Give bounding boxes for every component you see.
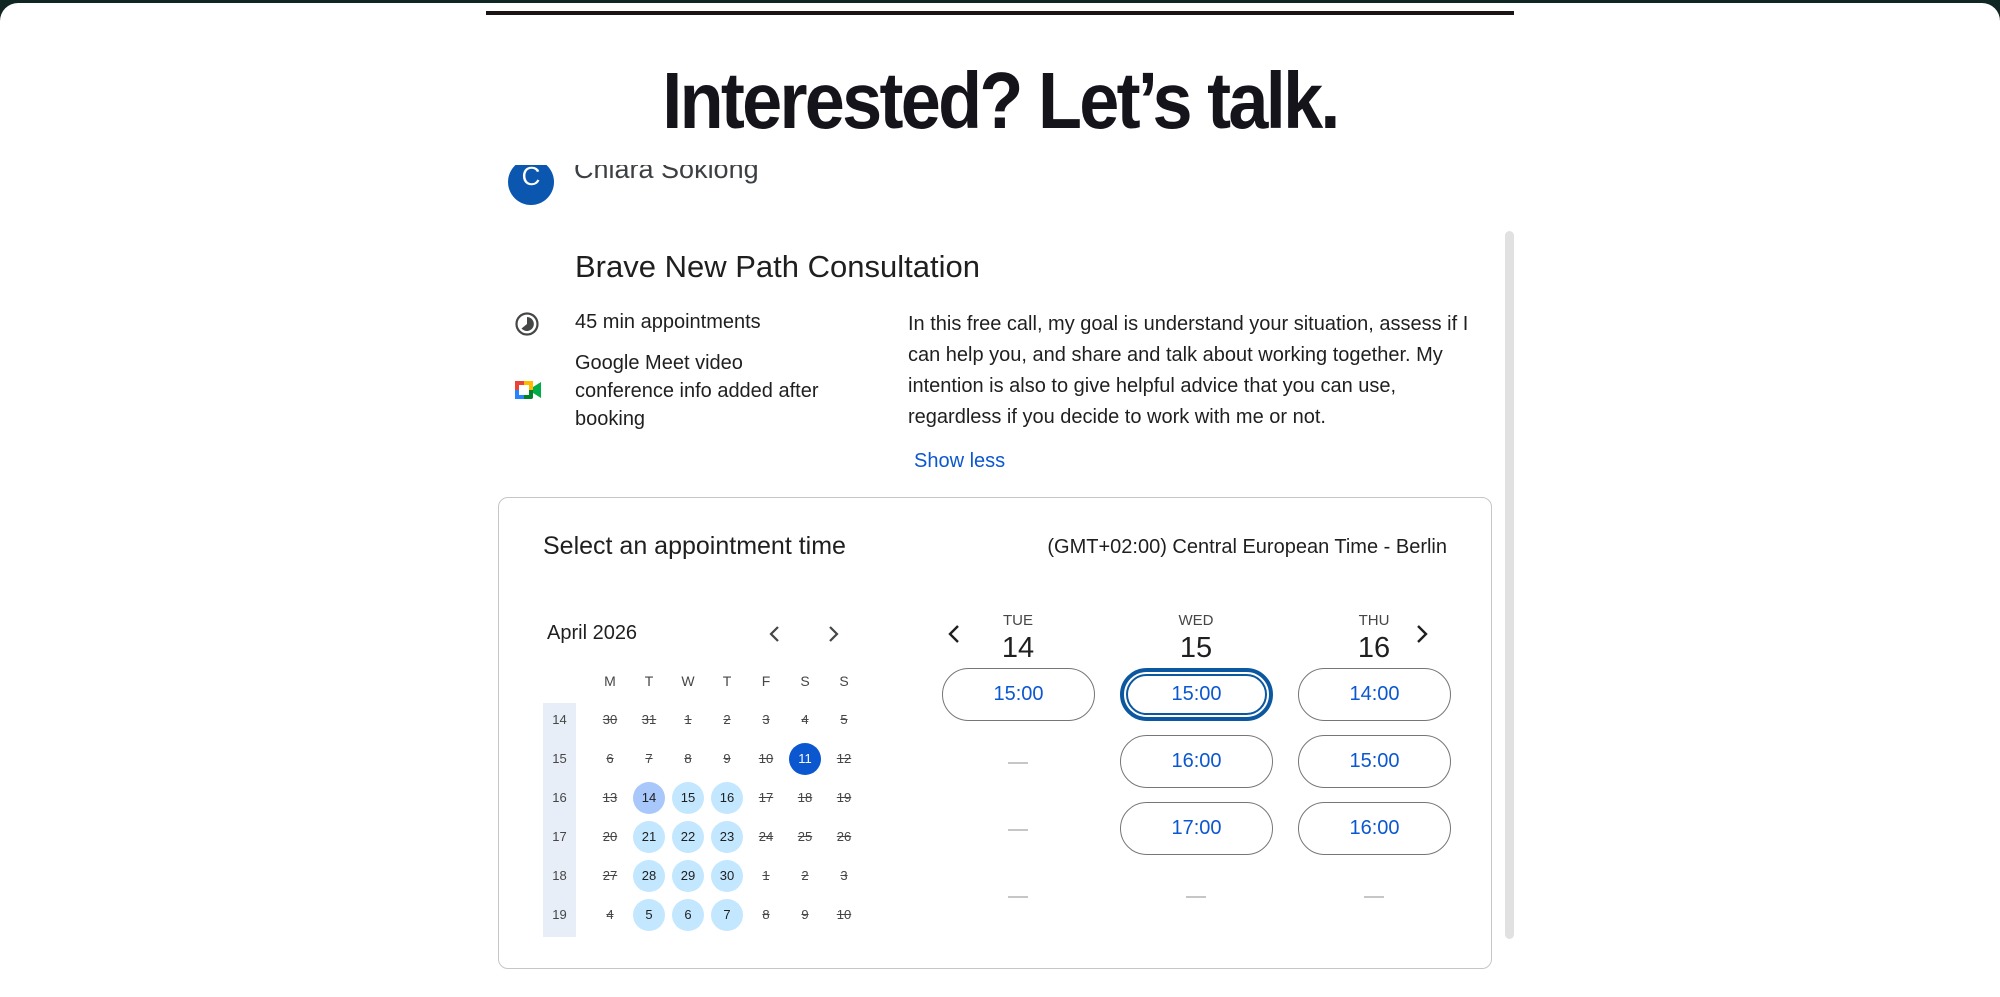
calendar-day: 18: [797, 790, 813, 805]
host-name: Chiara Soklong: [574, 165, 759, 184]
booking-title: Select an appointment time: [543, 532, 846, 560]
scrollbar[interactable]: [1505, 231, 1514, 939]
day-of-week-label: THU: [1358, 612, 1390, 629]
calendar-day: 11: [789, 743, 821, 775]
booking-panel: Select an appointment time (GMT+02:00) C…: [498, 497, 1492, 969]
week-number: 16: [552, 790, 567, 805]
calendar-day[interactable]: 30: [711, 860, 743, 892]
calendar-day[interactable]: 28: [633, 860, 665, 892]
duration-text: 45 min appointments: [575, 311, 761, 333]
calendar-day: 31: [641, 712, 657, 727]
calendar-day: 7: [645, 751, 653, 766]
weekday-header: T: [722, 673, 732, 689]
day-of-week-label: TUE: [1003, 612, 1033, 629]
calendar-day: 9: [801, 907, 809, 922]
conference-info: Google Meet video conference info added …: [575, 352, 819, 430]
calendar-day[interactable]: 6: [672, 899, 704, 931]
calendar-day: 3: [762, 712, 770, 727]
day-number-label: 14: [1001, 632, 1035, 664]
calendar-day: 1: [684, 712, 692, 727]
calendar-day: 10: [836, 907, 852, 922]
calendar-day[interactable]: 29: [672, 860, 704, 892]
weekday-header: S: [839, 673, 849, 689]
no-slot-placeholder: [1008, 762, 1028, 764]
weekday-header: S: [800, 673, 810, 689]
calendar-day: 24: [758, 829, 774, 844]
week-number: 15: [552, 751, 567, 766]
event-title: Brave New Path Consultation: [575, 249, 980, 284]
time-slot-button[interactable]: 16:00: [1298, 802, 1451, 855]
weekday-header: W: [681, 673, 695, 689]
week-number: 14: [552, 712, 567, 727]
calendar-day: 13: [602, 790, 618, 805]
weekday-header: F: [761, 673, 771, 689]
calendar-day: 4: [606, 907, 614, 922]
calendar-day: 30: [602, 712, 618, 727]
day-number-label: 15: [1179, 632, 1213, 664]
calendar-day: 25: [797, 829, 813, 844]
calendar-day[interactable]: 15: [672, 782, 704, 814]
no-slot-placeholder: [1008, 896, 1028, 898]
no-slot-placeholder: [1364, 896, 1384, 898]
week-number: 17: [552, 829, 567, 844]
calendar-day[interactable]: 14: [633, 782, 665, 814]
calendar-day[interactable]: 7: [711, 899, 743, 931]
calendar-day: 8: [762, 907, 770, 922]
calendar-day: 26: [836, 829, 852, 844]
calendar-day: 2: [801, 868, 809, 883]
clock-icon: [515, 312, 539, 336]
calendar-day: 9: [723, 751, 731, 766]
page-headline: Interested? Let’s talk.: [662, 56, 1340, 145]
calendar-day: 2: [723, 712, 731, 727]
week-number: 19: [552, 907, 567, 922]
google-meet-icon: [515, 381, 541, 399]
time-slot-button[interactable]: 15:00: [1298, 735, 1451, 788]
avatar: C: [508, 165, 554, 205]
calendar-day: 12: [836, 751, 852, 766]
weekday-header: T: [644, 673, 654, 689]
calendar-day: 5: [840, 712, 848, 727]
week-number: 18: [552, 868, 567, 883]
time-slot-button[interactable]: 15:00: [1120, 668, 1273, 721]
calendar-day[interactable]: 22: [672, 821, 704, 853]
day-number-label: 16: [1357, 632, 1391, 664]
show-less-link[interactable]: Show less: [914, 450, 1005, 473]
time-slot-button[interactable]: 14:00: [1298, 668, 1451, 721]
calendar-day: 19: [836, 790, 852, 805]
time-slot-button[interactable]: 15:00: [942, 668, 1095, 721]
calendar-day[interactable]: 5: [633, 899, 665, 931]
calendar-day: 1: [762, 868, 770, 883]
calendar-day: 27: [602, 868, 618, 883]
chevron-right-icon[interactable]: [821, 622, 845, 646]
weekday-header: M: [604, 673, 616, 689]
calendar-day: 10: [758, 751, 774, 766]
chevron-left-icon[interactable]: [763, 622, 787, 646]
calendar-day: 3: [840, 868, 848, 883]
calendar-day: 17: [758, 790, 774, 805]
timezone-selector[interactable]: (GMT+02:00) Central European Time - Berl…: [1047, 536, 1447, 559]
calendar-day[interactable]: 21: [633, 821, 665, 853]
calendar-day[interactable]: 23: [711, 821, 743, 853]
page: Interested? Let’s talk. C Chiara Soklong…: [0, 3, 2000, 997]
time-slot-button[interactable]: 16:00: [1120, 735, 1273, 788]
calendar-month-label: April 2026: [547, 622, 638, 644]
week-number-column: [543, 703, 576, 937]
time-slot-button[interactable]: 17:00: [1120, 802, 1273, 855]
calendar-day: 6: [606, 751, 614, 766]
no-slot-placeholder: [1186, 896, 1206, 898]
calendar-day: 8: [684, 751, 692, 766]
top-divider: [486, 11, 1514, 15]
calendar-day: 4: [801, 712, 809, 727]
no-slot-placeholder: [1008, 829, 1028, 831]
calendar-day[interactable]: 16: [711, 782, 743, 814]
day-of-week-label: WED: [1178, 612, 1214, 629]
calendar-day: 20: [602, 829, 618, 844]
event-description: In this free call, my goal is understand…: [908, 313, 1469, 428]
